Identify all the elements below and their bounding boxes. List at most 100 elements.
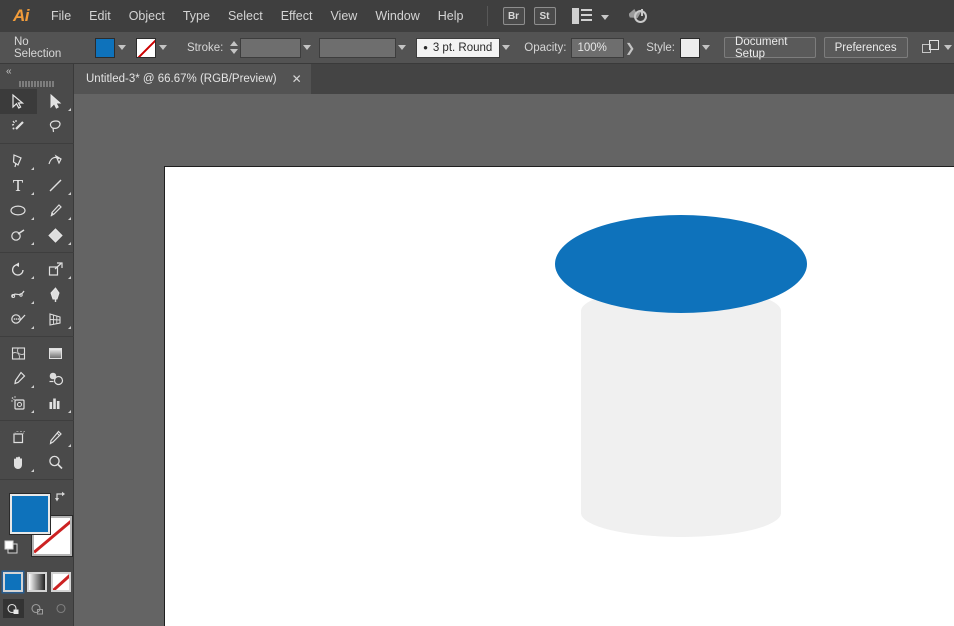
style-chevron-down-icon[interactable] <box>700 38 712 58</box>
graphic-style-swatch[interactable] <box>679 37 700 58</box>
draw-normal-button[interactable] <box>2 599 24 618</box>
brush-definition-select[interactable]: • 3 pt. Round <box>416 37 501 58</box>
tools-panel: « T <box>0 64 74 626</box>
eraser-tool[interactable] <box>37 223 74 248</box>
brush-definition-chevron-down-icon[interactable] <box>500 38 512 58</box>
stroke-weight-chevron-down-icon[interactable] <box>301 38 313 58</box>
opacity-options-arrow-icon[interactable]: ❯ <box>624 38 636 58</box>
stroke-color-swatch[interactable] <box>135 37 156 58</box>
cylinder-top-ellipse-shape[interactable] <box>555 215 807 313</box>
color-mode-button[interactable] <box>3 572 23 592</box>
menu-window[interactable]: Window <box>366 0 428 32</box>
menu-bar: Ai File Edit Object Type Select Effect V… <box>0 0 954 32</box>
toolbar-divider <box>0 252 74 253</box>
artboard-tool[interactable] <box>0 425 37 450</box>
stroke-weight-stepper[interactable] <box>229 38 238 58</box>
swap-fill-stroke-icon[interactable] <box>54 490 68 504</box>
workspace-switcher-icon[interactable] <box>628 6 653 26</box>
menu-select[interactable]: Select <box>219 0 272 32</box>
opacity-input[interactable]: 100% <box>571 37 625 58</box>
svg-text:T: T <box>13 177 23 194</box>
menu-view[interactable]: View <box>321 0 366 32</box>
bridge-button[interactable]: Br <box>502 7 525 25</box>
cylinder-body-shape[interactable] <box>581 287 781 537</box>
draw-behind-button[interactable] <box>27 599 48 618</box>
rotate-tool[interactable] <box>0 257 37 282</box>
style-label: Style: <box>646 41 675 54</box>
shaper-tool[interactable] <box>0 223 37 248</box>
collapse-panel-icon[interactable]: « <box>0 64 73 79</box>
width-tool[interactable] <box>0 282 37 307</box>
fill-stroke-controls <box>0 488 74 570</box>
lasso-tool[interactable] <box>37 114 74 139</box>
toolbar-divider <box>0 420 74 421</box>
line-segment-tool[interactable] <box>37 173 74 198</box>
slice-tool[interactable] <box>37 425 74 450</box>
none-mode-button[interactable] <box>51 572 71 592</box>
width-profile-input[interactable] <box>319 37 397 58</box>
symbol-sprayer-tool[interactable] <box>0 391 37 416</box>
align-to-selection-icon[interactable] <box>921 39 939 56</box>
document-tab-bar: Untitled-3* @ 66.67% (RGB/Preview) ✕ <box>0 64 954 94</box>
opacity-label: Opacity: <box>524 41 567 54</box>
toolbar-divider <box>0 336 74 337</box>
align-chevron-down-icon[interactable] <box>942 38 954 58</box>
free-transform-tool[interactable] <box>37 282 74 307</box>
pen-tool[interactable] <box>0 148 37 173</box>
zoom-tool[interactable] <box>37 450 74 475</box>
eyedropper-tool[interactable] <box>0 366 37 391</box>
panel-drag-handle[interactable] <box>0 79 73 89</box>
menu-object[interactable]: Object <box>120 0 174 32</box>
close-icon[interactable]: ✕ <box>289 71 305 87</box>
document-tab[interactable]: Untitled-3* @ 66.67% (RGB/Preview) ✕ <box>74 64 311 94</box>
artboard[interactable] <box>164 166 954 626</box>
toolbar-fill-swatch[interactable] <box>9 493 51 535</box>
menu-type[interactable]: Type <box>174 0 219 32</box>
illustrator-window: Ai File Edit Object Type Select Effect V… <box>0 0 954 626</box>
arrange-documents-icon[interactable] <box>571 8 592 24</box>
paint-mode-row <box>0 572 74 596</box>
fill-dropdown-chevron-down-icon[interactable] <box>115 38 130 58</box>
blend-tool[interactable] <box>37 366 74 391</box>
direct-selection-tool[interactable] <box>37 89 74 114</box>
mesh-tool[interactable] <box>0 341 37 366</box>
menu-help[interactable]: Help <box>429 0 473 32</box>
stroke-dropdown-chevron-down-icon[interactable] <box>156 38 171 58</box>
column-graph-tool[interactable] <box>37 391 74 416</box>
brush-definition-label: 3 pt. Round <box>432 41 493 54</box>
chevron-down-icon[interactable] <box>600 7 609 25</box>
draw-inside-button[interactable] <box>51 599 72 618</box>
menu-divider <box>486 6 488 26</box>
default-fill-stroke-icon[interactable] <box>4 540 19 555</box>
magic-wand-tool[interactable] <box>0 114 37 139</box>
hand-tool[interactable] <box>0 450 37 475</box>
ellipse-tool[interactable] <box>0 198 37 223</box>
gradient-mode-button[interactable] <box>27 572 47 592</box>
stock-button[interactable]: St <box>533 7 556 25</box>
control-bar: No Selection Stroke: • 3 pt. Round Opaci… <box>0 32 954 64</box>
menu-effect[interactable]: Effect <box>272 0 322 32</box>
stroke-weight-input[interactable] <box>240 37 301 58</box>
type-tool[interactable]: T <box>0 173 37 198</box>
preferences-button[interactable]: Preferences <box>823 37 908 58</box>
gradient-tool[interactable] <box>37 341 74 366</box>
paintbrush-tool[interactable] <box>37 198 74 223</box>
fill-color-swatch[interactable] <box>94 37 115 58</box>
toolbar-divider <box>0 143 74 144</box>
menu-file[interactable]: File <box>42 0 80 32</box>
document-setup-button[interactable]: Document Setup <box>724 36 816 60</box>
scale-tool[interactable] <box>37 257 74 282</box>
width-profile-chevron-down-icon[interactable] <box>396 38 408 58</box>
curvature-tool[interactable] <box>37 148 74 173</box>
app-logo-icon: Ai <box>13 6 30 25</box>
selection-tool[interactable] <box>0 89 37 114</box>
menu-edit[interactable]: Edit <box>80 0 120 32</box>
draw-mode-row <box>0 599 74 623</box>
toolbar-divider <box>0 479 74 480</box>
stroke-label: Stroke: <box>186 41 224 54</box>
document-tab-title: Untitled-3* @ 66.67% (RGB/Preview) <box>86 73 277 85</box>
selection-status: No Selection <box>14 35 62 60</box>
shape-builder-tool[interactable] <box>0 307 37 332</box>
canvas-area[interactable] <box>74 94 954 626</box>
perspective-grid-tool[interactable] <box>37 307 74 332</box>
